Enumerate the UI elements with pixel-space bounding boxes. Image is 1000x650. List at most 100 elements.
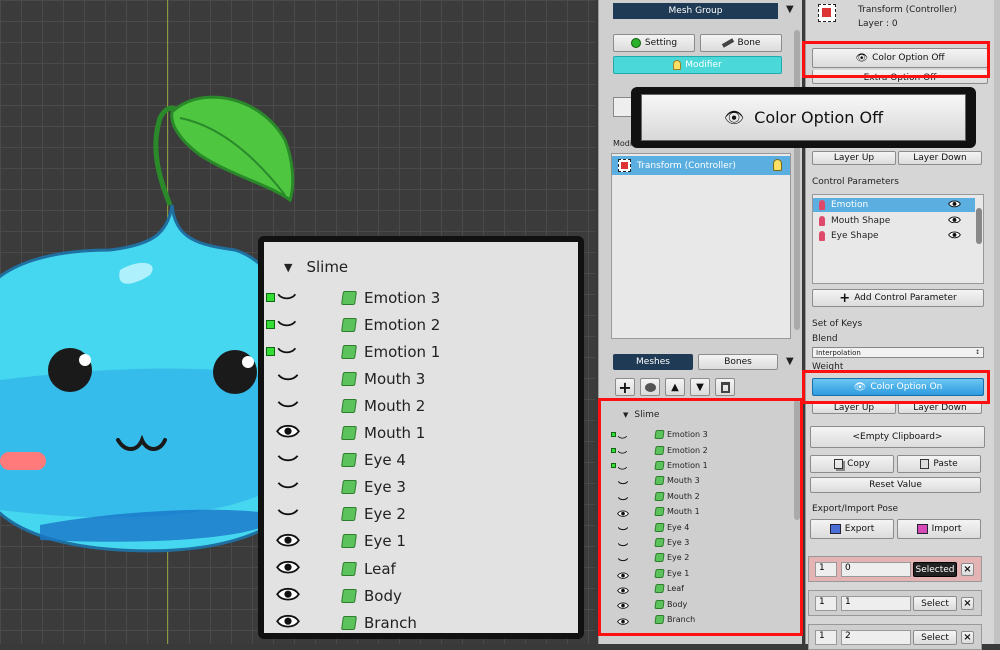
control-parameter-icon	[819, 231, 825, 241]
tree-item[interactable]: Eye 3	[264, 474, 578, 501]
visibility-toggle[interactable]	[266, 396, 310, 415]
control-parameters-list[interactable]: Emotion Mouth Shape Eye Shape	[812, 194, 984, 284]
key-index-field[interactable]: 1	[815, 562, 837, 577]
eye-closed-icon[interactable]	[276, 478, 300, 497]
modifier-stack-item[interactable]: Transform (Controller)	[612, 156, 790, 175]
visibility-toggle[interactable]	[266, 478, 310, 497]
control-parameter-item[interactable]: Eye Shape	[813, 229, 975, 243]
tree-item[interactable]: Emotion 3	[264, 284, 578, 311]
eye-closed-icon[interactable]	[276, 288, 298, 307]
control-parameter-item[interactable]: Mouth Shape	[813, 214, 975, 228]
stack-scrollbar[interactable]	[794, 30, 800, 330]
eye-open-icon[interactable]	[276, 424, 300, 443]
tree-item-label: Eye 1	[364, 532, 406, 551]
key-row[interactable]: 1 0 Selected ×	[808, 556, 982, 582]
eye-open-icon[interactable]	[276, 613, 300, 632]
tab-meshes[interactable]: Meshes	[613, 354, 693, 370]
import-button[interactable]: Import	[897, 519, 981, 539]
tree-item[interactable]: Eye 4	[264, 447, 578, 474]
control-parameter-item[interactable]: Emotion	[813, 198, 975, 212]
visibility-toggle[interactable]	[266, 613, 310, 632]
tab-bones[interactable]: Bones	[698, 354, 778, 370]
viewport-canvas[interactable]: ▼ Slime Emotion 3 Emotion 2 Emotion 1 Mouth…	[0, 0, 595, 644]
visibility-toggle[interactable]	[266, 451, 310, 470]
tree-item-label: Mouth 3	[364, 369, 426, 388]
visibility-toggle[interactable]	[266, 288, 310, 307]
visibility-toggle[interactable]	[266, 532, 310, 551]
eye-open-icon[interactable]	[276, 559, 300, 578]
export-button[interactable]: Export	[810, 519, 894, 539]
control-parameters-label: Control Parameters	[812, 177, 899, 187]
remove-key-button[interactable]: ×	[961, 563, 974, 576]
color-option-zoom-icon: 👁	[723, 108, 745, 127]
visibility-toggle[interactable]	[266, 424, 310, 443]
tree-item[interactable]: Branch	[264, 609, 578, 636]
add-mesh-button[interactable]: +	[615, 378, 635, 397]
eye-closed-icon[interactable]	[276, 505, 300, 524]
eye-closed-icon[interactable]	[276, 451, 300, 470]
visibility-toggle[interactable]	[266, 559, 310, 578]
key-value-field[interactable]: 0	[841, 562, 911, 577]
empty-clipboard-button[interactable]: <Empty Clipboard>	[810, 426, 985, 448]
visibility-toggle[interactable]	[266, 505, 310, 524]
key-value-field[interactable]: 2	[841, 630, 911, 645]
eye-closed-icon[interactable]	[276, 315, 298, 334]
tree-item[interactable]: Mouth 1	[264, 420, 578, 447]
visibility-toggle[interactable]	[266, 342, 310, 361]
remove-key-button[interactable]: ×	[961, 597, 974, 610]
key-select-button[interactable]: Select	[913, 630, 957, 645]
delete-button[interactable]	[715, 378, 735, 396]
key-select-button[interactable]: Selected	[913, 562, 957, 577]
move-down-button[interactable]: ▼	[690, 378, 710, 396]
paste-button[interactable]: Paste	[897, 455, 981, 473]
tree-item[interactable]: Eye 2	[264, 501, 578, 528]
collapse-arrow-icon[interactable]: ▼	[284, 261, 292, 274]
key-index-field[interactable]: 1	[815, 630, 837, 645]
modifier-button[interactable]: Modifier	[613, 56, 782, 74]
tree-root[interactable]: ▼ Slime	[284, 258, 348, 276]
eye-open-icon[interactable]	[948, 231, 961, 242]
tree-item[interactable]: Mouth 3	[264, 365, 578, 392]
eye-open-icon[interactable]	[276, 532, 300, 551]
blend-select[interactable]: Interpolation ↕	[812, 347, 984, 358]
eye-open-icon[interactable]	[276, 586, 300, 605]
key-row[interactable]: 1 1 Select ×	[808, 590, 982, 616]
cp-scrollbar[interactable]	[976, 208, 982, 244]
remove-key-button[interactable]: ×	[961, 631, 974, 644]
keys-scrollbar[interactable]	[994, 0, 1000, 644]
lightbulb-icon[interactable]	[773, 159, 782, 171]
eye-open-icon[interactable]	[948, 200, 961, 211]
copy-button[interactable]: Copy	[810, 455, 894, 473]
reset-value-button[interactable]: Reset Value	[810, 477, 981, 493]
stack-icon	[644, 382, 656, 392]
key-select-button[interactable]: Select	[913, 596, 957, 611]
setting-button[interactable]: Setting	[613, 34, 695, 52]
tree-item[interactable]: Emotion 1	[264, 338, 578, 365]
layer-up-button[interactable]: Layer Up	[812, 151, 896, 165]
add-control-parameter-button[interactable]: + Add Control Parameter	[812, 289, 984, 307]
eye-closed-icon[interactable]	[276, 396, 300, 415]
layer-down-button[interactable]: Layer Down	[898, 151, 982, 165]
tree-item[interactable]: Body	[264, 582, 578, 609]
key-index-field[interactable]: 1	[815, 596, 837, 611]
eye-closed-icon[interactable]	[276, 342, 298, 361]
mesh-layer-button[interactable]	[640, 378, 660, 396]
mesh-group-dropdown[interactable]: Mesh Group	[613, 3, 778, 19]
visibility-toggle[interactable]	[266, 315, 310, 334]
tree-item[interactable]: Leaf	[264, 555, 578, 582]
tree-item[interactable]: Emotion 2	[264, 311, 578, 338]
visibility-toggle[interactable]	[266, 586, 310, 605]
tree-item[interactable]: Mouth 2	[264, 392, 578, 419]
modifier-stack-list[interactable]: Transform (Controller)	[611, 153, 791, 339]
tree-item[interactable]: Eye 1	[264, 528, 578, 555]
key-value-field[interactable]: 1	[841, 596, 911, 611]
visibility-toggle[interactable]	[266, 369, 310, 388]
bone-button[interactable]: Bone	[700, 34, 782, 52]
move-up-button[interactable]: ▲	[665, 378, 685, 396]
eye-closed-icon[interactable]	[276, 369, 300, 388]
dropdown-arrow-icon[interactable]: ▼	[786, 4, 794, 15]
eye-open-icon[interactable]	[948, 215, 961, 227]
meshes-dropdown-arrow-icon[interactable]: ▼	[786, 356, 794, 367]
tree-item-label: Mouth 1	[364, 424, 426, 443]
key-row[interactable]: 1 2 Select ×	[808, 624, 982, 650]
